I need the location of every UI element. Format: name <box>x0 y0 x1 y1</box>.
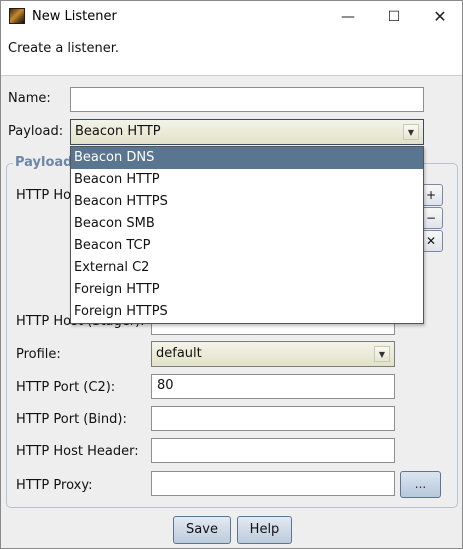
dropdown-option[interactable]: Beacon HTTP <box>71 169 423 191</box>
dropdown-option[interactable]: Beacon SMB <box>71 213 423 235</box>
http-proxy-label: HTTP Proxy: <box>16 478 93 493</box>
http-port-bind-label: HTTP Port (Bind): <box>16 412 127 427</box>
http-port-bind-input[interactable] <box>151 406 395 431</box>
new-listener-window: New Listener — ☐ ✕ Create a listener. Na… <box>0 0 463 549</box>
description-text: Create a listener. <box>8 41 120 56</box>
dropdown-option[interactable]: Beacon DNS <box>71 147 423 169</box>
http-port-c2-label: HTTP Port (C2): <box>16 380 116 395</box>
http-proxy-input[interactable] <box>151 471 395 496</box>
http-host-header-label: HTTP Host Header: <box>16 444 139 459</box>
profile-select[interactable]: default ▼ <box>151 341 395 367</box>
payload-label: Payload: <box>8 124 64 139</box>
chevron-down-icon[interactable]: ▼ <box>403 124 419 140</box>
http-port-c2-input[interactable]: 80 <box>151 374 395 399</box>
name-input[interactable] <box>70 87 424 112</box>
dropdown-option[interactable]: Beacon TCP <box>71 235 423 257</box>
description-panel: Create a listener. <box>1 32 462 76</box>
payload-select-value: Beacon HTTP <box>75 124 161 139</box>
profile-label: Profile: <box>16 347 61 362</box>
maximize-button[interactable]: ☐ <box>371 1 417 32</box>
dropdown-option[interactable]: Foreign HTTP <box>71 279 423 301</box>
save-button[interactable]: Save <box>173 516 231 544</box>
x-icon: ✕ <box>425 234 437 248</box>
payload-dropdown-list: Beacon DNS Beacon HTTP Beacon HTTPS Beac… <box>70 146 424 324</box>
name-label: Name: <box>8 91 51 106</box>
profile-select-value: default <box>156 346 202 361</box>
add-icon: + <box>425 188 437 202</box>
dropdown-option[interactable]: Foreign HTTPS <box>71 301 423 323</box>
minimize-button[interactable]: — <box>325 1 371 32</box>
http-hosts-label: HTTP Ho <box>16 188 72 203</box>
payload-options-title: Payload <box>13 155 75 170</box>
app-icon <box>9 8 25 24</box>
payload-select[interactable]: Beacon HTTP ▼ <box>70 119 424 145</box>
http-host-header-input[interactable] <box>151 438 395 463</box>
chevron-down-icon[interactable]: ▼ <box>374 346 390 362</box>
window-title: New Listener <box>32 9 117 24</box>
help-button[interactable]: Help <box>237 516 292 544</box>
close-button[interactable]: ✕ <box>417 1 463 32</box>
proxy-config-button[interactable]: ... <box>400 471 441 498</box>
dropdown-option[interactable]: Beacon HTTPS <box>71 191 423 213</box>
title-bar: New Listener — ☐ ✕ <box>1 1 462 32</box>
dropdown-option[interactable]: External C2 <box>71 257 423 279</box>
minus-icon: − <box>425 211 437 225</box>
